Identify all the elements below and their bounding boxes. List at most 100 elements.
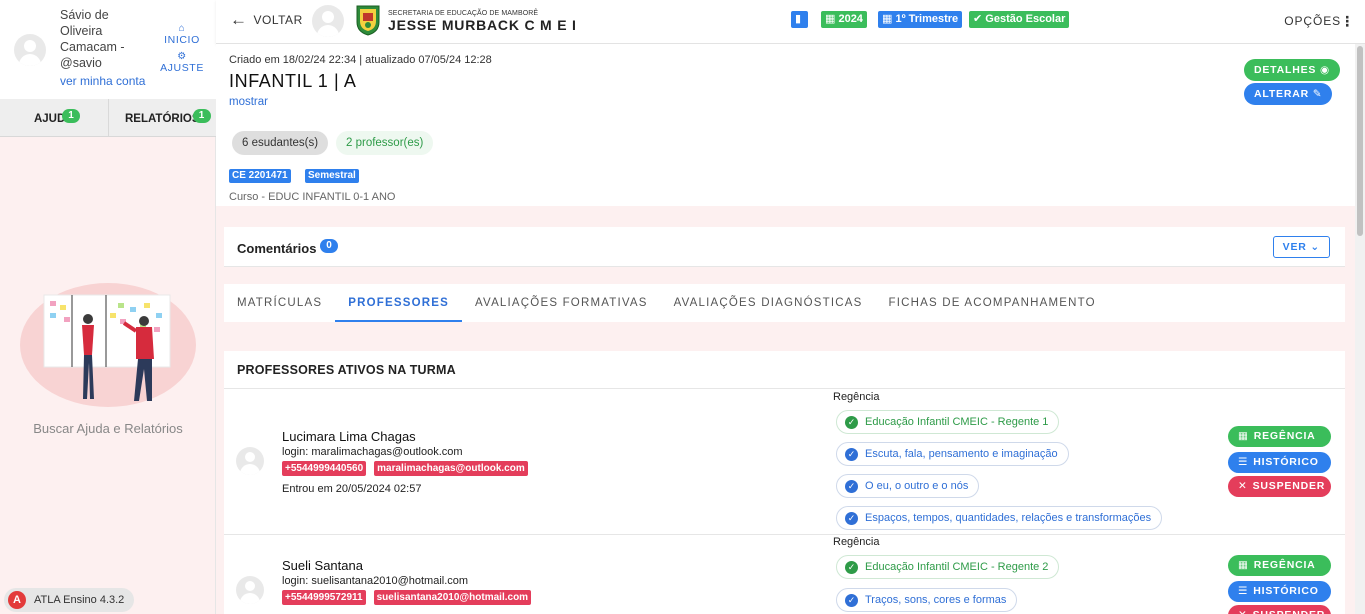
regencia-pill[interactable]: ✓ Escuta, fala, pensamento e imaginação	[836, 442, 1069, 466]
comments-panel: Comentários 0 VER ⌄	[224, 227, 1345, 267]
teacher-phone-tag[interactable]: +5544999440560	[282, 461, 367, 476]
teacher-login: login: maralimachagas@outlook.com	[282, 446, 463, 458]
class-code-tag: CE 2201471	[229, 169, 291, 183]
check-circle-icon: ✓	[845, 416, 858, 429]
teacher-email-tag[interactable]: suelisantana2010@hotmail.com	[373, 590, 532, 605]
details-button[interactable]: DETALHES ◉	[1244, 59, 1340, 81]
options-label: OPÇÕES	[1284, 14, 1341, 28]
teacher-login: login: suelisantana2010@hotmail.com	[282, 575, 469, 587]
year-badge[interactable]: ▦ 2024	[821, 11, 867, 28]
teacher-email-tag[interactable]: maralimachagas@outlook.com	[374, 461, 528, 476]
tab-ajuda[interactable]: AJUDA 1	[0, 99, 108, 136]
scrollbar-thumb[interactable]	[1357, 46, 1363, 236]
options-menu[interactable]: OPÇÕES ⋮	[1284, 14, 1354, 28]
regencia-pill[interactable]: ✓ Educação Infantil CMEIC - Regente 2	[836, 555, 1060, 579]
edit-button[interactable]: ALTERAR ✎	[1244, 83, 1333, 105]
comments-count-badge: 0	[320, 239, 338, 253]
help-reports-text: Buscar Ajuda e Relatórios	[33, 421, 183, 436]
my-account-link[interactable]: ver minha conta	[60, 74, 145, 88]
tab-professores[interactable]: PROFESSORES	[335, 284, 462, 322]
close-icon: ✕	[1238, 480, 1248, 492]
version-badge[interactable]: A ATLA Ensino 4.3.2	[4, 588, 135, 612]
calendar-icon: ▦	[1238, 559, 1249, 571]
home-icon: ⌂	[178, 23, 186, 34]
regencia-pill-label: Traços, sons, cores e formas	[865, 594, 1007, 606]
calendar-icon: ▦	[825, 13, 839, 25]
regencia-pill-label: Educação Infantil CMEIC - Regente 2	[865, 561, 1049, 573]
regencia-pill[interactable]: ✓ O eu, o outro e o nós	[836, 474, 980, 498]
more-vertical-icon: ⋮	[1340, 13, 1355, 29]
teacher-contacts: +5544999572911 suelisantana2010@hotmail.…	[282, 590, 532, 605]
management-badge[interactable]: ✔ Gestão Escolar	[969, 11, 1070, 28]
school-avatar	[312, 5, 344, 37]
check-circle-icon: ✔	[973, 13, 986, 25]
view-comments-button[interactable]: VER ⌄	[1272, 236, 1330, 258]
suspend-button[interactable]: ✕ SUSPENDER	[1228, 605, 1331, 614]
teacher-row: Lucimara Lima Chagas login: maralimachag…	[224, 389, 1345, 535]
list-icon: ☰	[1238, 456, 1249, 468]
edit-icon: ✎	[1312, 88, 1323, 100]
check-circle-icon: ✓	[845, 512, 858, 525]
history-button[interactable]: ☰ HISTÓRICO	[1228, 581, 1331, 602]
period-tag: Semestral	[305, 169, 359, 183]
stats-button[interactable]: ▮	[791, 11, 808, 28]
details-label: DETALHES	[1254, 64, 1317, 76]
term-badge[interactable]: ▦ 1º Trimestre	[878, 11, 963, 28]
page-scrollbar[interactable]	[1355, 44, 1365, 614]
teachers-count-chip[interactable]: 2 professor(es)	[336, 131, 434, 155]
bar-chart-icon: ▮	[795, 13, 802, 25]
tab-avaliacoes-formativas[interactable]: AVALIAÇÕES FORMATIVAS	[462, 284, 661, 322]
top-bar: ← VOLTAR SECRETARIA DE EDUCAÇÃO DE MAMBO…	[216, 0, 1365, 44]
regencia-pill[interactable]: ✓ Espaços, tempos, quantidades, relações…	[836, 506, 1163, 530]
regencia-button[interactable]: ▦ REGÊNCIA	[1228, 555, 1331, 576]
nav-ajuste[interactable]: ⚙ AJUSTE	[158, 51, 206, 75]
tab-fichas-acompanhamento[interactable]: FICHAS DE ACOMPANHAMENTO	[876, 284, 1109, 322]
user-name: Sávio de Oliveira Camacam - @savio	[60, 8, 125, 70]
comments-title: Comentários	[237, 241, 317, 256]
regencia-pill-label: Espaços, tempos, quantidades, relações e…	[865, 512, 1152, 524]
regencia-pill[interactable]: ✓ Educação Infantil CMEIC - Regente 1	[836, 410, 1060, 434]
teacher-phone-tag[interactable]: +5544999572911	[282, 590, 366, 605]
teacher-avatar	[236, 447, 264, 475]
tab-avaliacoes-diagnosticas[interactable]: AVALIAÇÕES DIAGNÓSTICAS	[661, 284, 876, 322]
history-button[interactable]: ☰ HISTÓRICO	[1228, 452, 1331, 473]
regencia-pill-label: O eu, o outro e o nós	[865, 480, 969, 492]
gear-icon: ⚙	[177, 51, 187, 62]
teacher-name: Sueli Santana	[282, 558, 363, 573]
user-avatar[interactable]	[14, 34, 46, 66]
regencia-label: Regência	[833, 536, 880, 548]
suspend-button-label: SUSPENDER	[1253, 609, 1326, 614]
eye-off-icon: ◉	[1319, 64, 1330, 76]
show-more-link[interactable]: mostrar	[229, 96, 268, 108]
active-teachers-title: PROFESSORES ATIVOS NA TURMA	[237, 363, 456, 377]
sidebar-user-panel: Sávio de Oliveira Camacam - @savio ver m…	[0, 0, 216, 99]
school-crest-icon	[356, 5, 380, 36]
regencia-pill[interactable]: ✓ Traços, sons, cores e formas	[836, 588, 1018, 612]
help-illustration	[20, 283, 196, 407]
teacher-avatar	[236, 576, 264, 604]
school-name: SECRETARIA DE EDUCAÇÃO DE MAMBORÊ JESSE …	[388, 10, 577, 33]
course-text: Curso - EDUC INFANTIL 0-1 ANO	[229, 191, 396, 203]
sidebar: Sávio de Oliveira Camacam - @savio ver m…	[0, 0, 216, 614]
regencia-pill-label: Escuta, fala, pensamento e imaginação	[865, 448, 1058, 460]
page-title: INFANTIL 1 | A	[229, 71, 357, 91]
tab-matriculas[interactable]: MATRÍCULAS	[224, 284, 335, 322]
regencia-button[interactable]: ▦ REGÊNCIA	[1228, 426, 1331, 447]
check-circle-icon: ✓	[845, 594, 858, 607]
term-label: 1º Trimestre	[895, 13, 959, 25]
tab-relatorios[interactable]: RELATÓRIOS 1	[107, 99, 217, 136]
teacher-entry-date: Entrou em 20/05/2024 02:57	[282, 483, 422, 495]
check-circle-icon: ✓	[845, 480, 858, 493]
active-teachers-header: PROFESSORES ATIVOS NA TURMA	[224, 351, 1345, 389]
students-count-chip[interactable]: 6 esudantes(s)	[232, 131, 329, 155]
nav-inicio[interactable]: ⌂ INICIO	[158, 23, 206, 47]
regencia-label: Regência	[833, 391, 880, 403]
suspend-button[interactable]: ✕ SUSPENDER	[1228, 476, 1331, 497]
check-circle-icon: ✓	[845, 448, 858, 461]
list-icon: ☰	[1238, 585, 1249, 597]
year-label: 2024	[838, 13, 863, 25]
teacher-contacts: +5544999440560 maralimachagas@outlook.co…	[282, 461, 528, 476]
regencia-button-label: REGÊNCIA	[1253, 430, 1316, 442]
tab-relatorios-label: RELATÓRIOS	[124, 113, 200, 125]
back-button[interactable]: ← VOLTAR	[230, 11, 303, 28]
